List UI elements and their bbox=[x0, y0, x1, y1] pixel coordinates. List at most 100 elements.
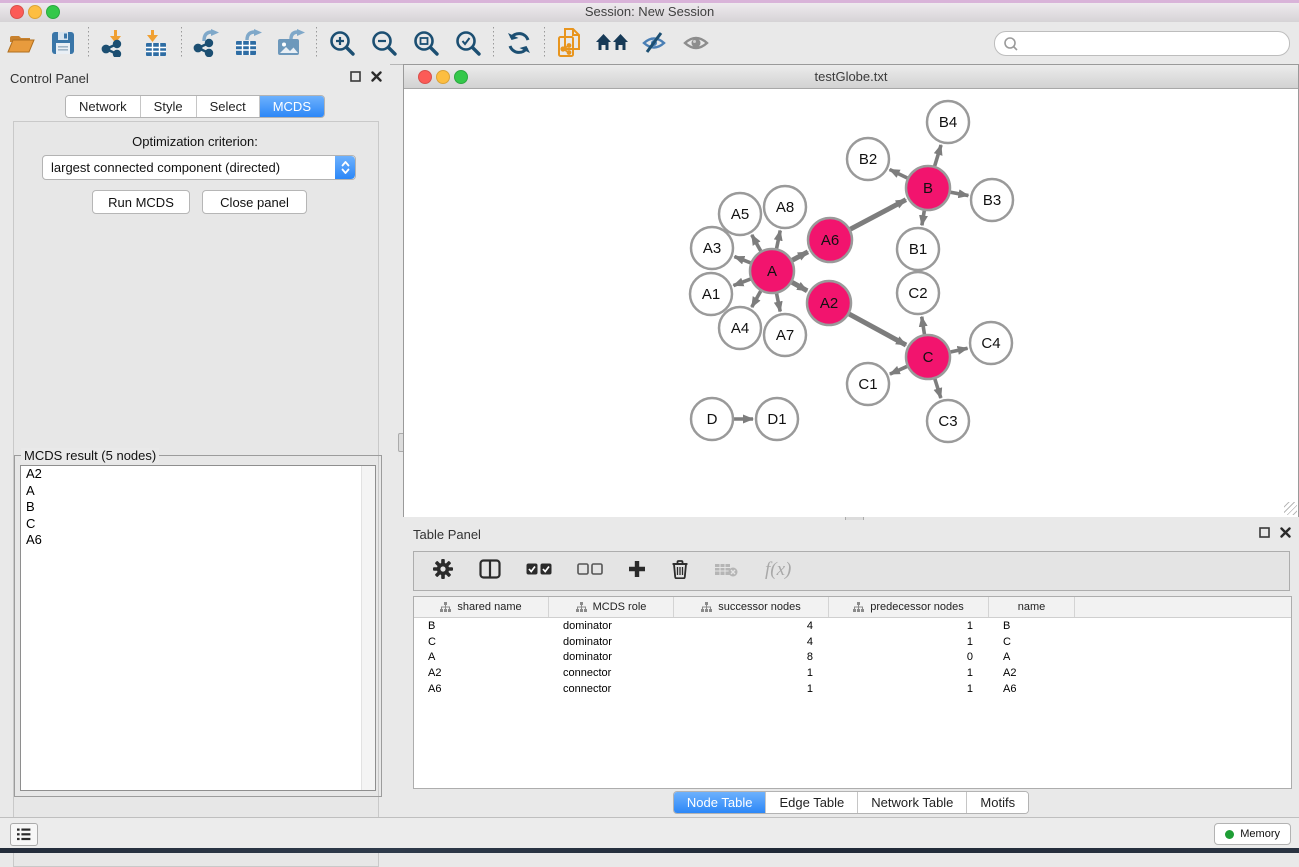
search-input[interactable] bbox=[1024, 36, 1281, 52]
node-a5[interactable]: A5 bbox=[719, 193, 761, 235]
edge-A-A5[interactable] bbox=[752, 235, 761, 251]
apply-layout-button[interactable] bbox=[502, 26, 536, 60]
import-network-button[interactable] bbox=[97, 26, 131, 60]
tab-motifs[interactable]: Motifs bbox=[967, 792, 1028, 813]
open-button[interactable] bbox=[4, 26, 38, 60]
tab-network-table[interactable]: Network Table bbox=[858, 792, 967, 813]
node-b3[interactable]: B3 bbox=[971, 179, 1013, 221]
zoom-out-button[interactable] bbox=[367, 26, 401, 60]
node-a[interactable]: A bbox=[750, 249, 794, 293]
zoom-selected-button[interactable] bbox=[451, 26, 485, 60]
edge-A-A6[interactable] bbox=[792, 252, 808, 260]
edge-B-B2[interactable] bbox=[890, 169, 908, 178]
node-b1[interactable]: B1 bbox=[897, 228, 939, 270]
float-panel-icon[interactable] bbox=[350, 71, 361, 82]
save-button[interactable] bbox=[46, 26, 80, 60]
node-a6[interactable]: A6 bbox=[808, 218, 852, 262]
tab-network[interactable]: Network bbox=[66, 96, 141, 117]
node-a7[interactable]: A7 bbox=[764, 314, 806, 356]
network-window-titlebar[interactable]: testGlobe.txt bbox=[404, 65, 1298, 89]
zoom-in-button[interactable] bbox=[325, 26, 359, 60]
memory-button[interactable]: Memory bbox=[1214, 823, 1291, 845]
edge-C-C1[interactable] bbox=[890, 366, 907, 374]
show-all-button[interactable] bbox=[679, 26, 713, 60]
task-history-button[interactable] bbox=[10, 823, 38, 846]
tab-style[interactable]: Style bbox=[141, 96, 197, 117]
import-table-button[interactable] bbox=[139, 26, 173, 60]
tab-edge-table[interactable]: Edge Table bbox=[766, 792, 858, 813]
zoom-fit-button[interactable] bbox=[409, 26, 443, 60]
node-b[interactable]: B bbox=[906, 166, 950, 210]
tab-node-table[interactable]: Node Table bbox=[674, 792, 767, 813]
export-table-button[interactable] bbox=[232, 26, 266, 60]
column-header-predecessor-nodes[interactable]: predecessor nodes bbox=[829, 597, 989, 617]
edge-A-A1[interactable] bbox=[733, 279, 750, 285]
result-item-b[interactable]: B bbox=[21, 499, 375, 516]
node-a8[interactable]: A8 bbox=[764, 186, 806, 228]
node-a4[interactable]: A4 bbox=[719, 307, 761, 349]
edge-C-C2[interactable] bbox=[922, 317, 925, 335]
export-network-button[interactable] bbox=[190, 26, 224, 60]
result-scrollbar[interactable] bbox=[361, 466, 375, 790]
first-neighbors-button[interactable] bbox=[595, 26, 629, 60]
node-a2[interactable]: A2 bbox=[807, 281, 851, 325]
node-c2[interactable]: C2 bbox=[897, 272, 939, 314]
edge-B-B3[interactable] bbox=[951, 192, 969, 195]
column-settings-button[interactable] bbox=[432, 558, 454, 585]
table-row-a[interactable]: Adominator80A bbox=[414, 650, 1291, 666]
toggle-panel-button[interactable] bbox=[479, 559, 501, 584]
edge-A-A2[interactable] bbox=[792, 282, 807, 291]
close-panel-icon[interactable] bbox=[371, 71, 382, 82]
node-c1[interactable]: C1 bbox=[847, 363, 889, 405]
edge-A6-B[interactable] bbox=[850, 200, 906, 230]
node-c3[interactable]: C3 bbox=[927, 400, 969, 442]
hide-selected-button[interactable] bbox=[637, 26, 671, 60]
result-item-a6[interactable]: A6 bbox=[21, 532, 375, 549]
window-resize-grip[interactable] bbox=[1284, 502, 1297, 515]
edge-A-A7[interactable] bbox=[777, 294, 781, 312]
node-c4[interactable]: C4 bbox=[970, 322, 1012, 364]
edge-B-B4[interactable] bbox=[935, 145, 941, 166]
node-a3[interactable]: A3 bbox=[691, 227, 733, 269]
edge-A-A8[interactable] bbox=[777, 231, 781, 249]
node-b4[interactable]: B4 bbox=[927, 101, 969, 143]
tab-mcds[interactable]: MCDS bbox=[260, 96, 324, 117]
result-item-c[interactable]: C bbox=[21, 516, 375, 533]
node-a1[interactable]: A1 bbox=[690, 273, 732, 315]
new-network-from-selection-button[interactable] bbox=[553, 26, 587, 60]
column-header-successor-nodes[interactable]: successor nodes bbox=[674, 597, 829, 617]
edge-A-A3[interactable] bbox=[734, 257, 750, 263]
close-panel-button[interactable]: Close panel bbox=[202, 190, 307, 214]
result-item-a2[interactable]: A2 bbox=[21, 466, 375, 483]
delete-table-button[interactable] bbox=[714, 561, 738, 582]
column-header-mcds-role[interactable]: MCDS role bbox=[549, 597, 674, 617]
network-canvas[interactable]: B4 B2 B B3 A8A5 A6 A3 B1 A A1 C2 A2 A4A7 C4 C C1 C3 D D1 bbox=[404, 89, 1298, 517]
column-header-name[interactable]: name bbox=[989, 597, 1075, 617]
table-row-a2[interactable]: A2connector11A2 bbox=[414, 665, 1291, 681]
edge-C-C3[interactable] bbox=[935, 379, 941, 398]
export-image-button[interactable] bbox=[274, 26, 308, 60]
edge-B-B1[interactable] bbox=[922, 211, 924, 226]
table-row-c[interactable]: Cdominator41C bbox=[414, 634, 1291, 650]
run-mcds-button[interactable]: Run MCDS bbox=[92, 190, 190, 214]
mcds-result-list[interactable]: A2ABCA6 bbox=[20, 465, 376, 791]
deselect-all-button[interactable] bbox=[577, 562, 603, 580]
close-table-panel-icon[interactable] bbox=[1280, 527, 1291, 538]
node-b2[interactable]: B2 bbox=[847, 138, 889, 180]
criterion-dropdown[interactable]: largest connected component (directed) bbox=[42, 155, 356, 180]
tab-select[interactable]: Select bbox=[197, 96, 260, 117]
float-table-panel-icon[interactable] bbox=[1259, 527, 1270, 538]
edge-A2-C[interactable] bbox=[849, 314, 906, 345]
delete-column-button[interactable] bbox=[671, 559, 689, 584]
function-builder-button[interactable]: f(x) bbox=[763, 557, 803, 586]
result-item-a[interactable]: A bbox=[21, 483, 375, 500]
node-c[interactable]: C bbox=[906, 335, 950, 379]
select-all-button[interactable] bbox=[526, 562, 552, 580]
node-d1[interactable]: D1 bbox=[756, 398, 798, 440]
table-row-a6[interactable]: A6connector11A6 bbox=[414, 681, 1291, 697]
column-header-shared-name[interactable]: shared name bbox=[414, 597, 549, 617]
edge-A-A4[interactable] bbox=[752, 291, 761, 307]
node-d[interactable]: D bbox=[691, 398, 733, 440]
table-row-b[interactable]: Bdominator41B bbox=[414, 618, 1291, 634]
edge-C-C4[interactable] bbox=[950, 348, 967, 352]
